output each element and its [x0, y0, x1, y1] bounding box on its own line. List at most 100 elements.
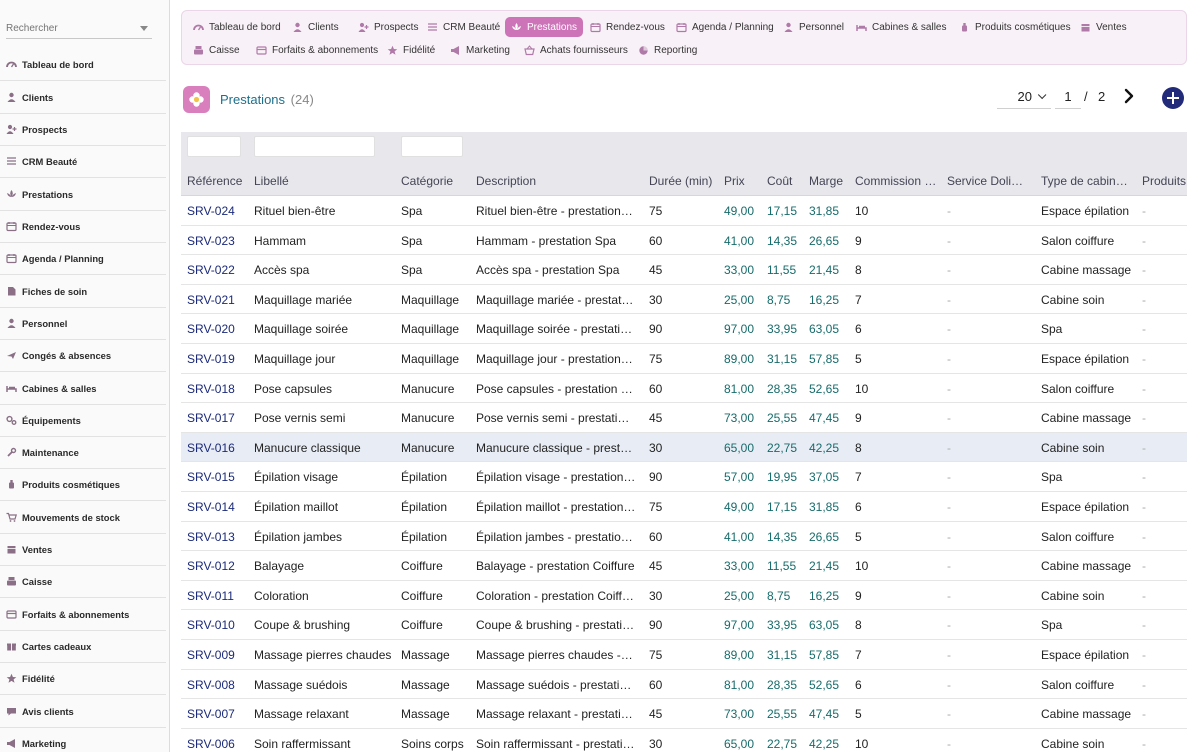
top-menu-item[interactable]: Fidélité: [381, 40, 441, 60]
sidebar-item[interactable]: Prestations: [0, 179, 166, 211]
header-cout[interactable]: Coût: [767, 174, 810, 188]
cell-reference[interactable]: SRV-019: [187, 352, 249, 366]
sidebar-item[interactable]: Congés & absences: [0, 340, 166, 372]
header-service[interactable]: Service Doli…: [947, 174, 1031, 188]
sidebar-item[interactable]: Rendez-vous: [0, 211, 166, 243]
top-menu-item[interactable]: CRM Beauté: [421, 17, 506, 37]
header-marge[interactable]: Marge: [809, 174, 852, 188]
search-input[interactable]: [6, 17, 131, 39]
sidebar-item[interactable]: Forfaits & abonnements: [0, 599, 166, 631]
cell-reference[interactable]: SRV-018: [187, 382, 249, 396]
cell-reference[interactable]: SRV-020: [187, 322, 249, 336]
sidebar-item[interactable]: Agenda / Planning: [0, 243, 166, 275]
header-produits[interactable]: Produits: [1142, 174, 1187, 188]
sidebar-item[interactable]: Marketing: [0, 728, 166, 752]
cell-reference[interactable]: SRV-009: [187, 648, 249, 662]
sidebar-item[interactable]: Avis clients: [0, 696, 166, 728]
sidebar-item[interactable]: Clients: [0, 82, 166, 114]
top-menu-item[interactable]: Marketing: [444, 40, 516, 60]
sidebar-item[interactable]: Produits cosmétiques: [0, 469, 166, 501]
cell-reference[interactable]: SRV-023: [187, 234, 249, 248]
top-menu-item[interactable]: Achats fournisseurs: [518, 40, 634, 60]
filter-reference-input[interactable]: [187, 136, 241, 157]
chevron-down-icon[interactable]: [140, 26, 148, 31]
page-size-select[interactable]: 20: [997, 85, 1051, 109]
table-row[interactable]: SRV-016 Manucure classique Manucure Manucur…: [181, 432, 1187, 463]
table-row[interactable]: SRV-018 Pose capsules Manucure Pose capsule…: [181, 374, 1187, 404]
table-row[interactable]: SRV-017 Pose vernis semi Manucure Pose vern…: [181, 403, 1187, 433]
table-row[interactable]: SRV-012 Balayage Coiffure Balayage - presta…: [181, 551, 1187, 581]
sidebar-item[interactable]: Ventes: [0, 534, 166, 566]
page-number-input[interactable]: 1: [1055, 85, 1081, 109]
top-menu-item[interactable]: Personnel: [777, 17, 850, 37]
cell-reference[interactable]: SRV-016: [187, 441, 249, 455]
header-description[interactable]: Description: [476, 174, 646, 188]
table-row[interactable]: SRV-011 Coloration Coiffure Coloration - pr…: [181, 581, 1187, 611]
cell-reference[interactable]: SRV-017: [187, 411, 249, 425]
header-reference[interactable]: Référence: [187, 174, 253, 188]
sidebar-item[interactable]: Prospects: [0, 114, 166, 146]
top-menu-item[interactable]: Forfaits & abonnements: [250, 40, 384, 60]
table-row[interactable]: SRV-021 Maquillage mariée Maquillage Maquil…: [181, 285, 1187, 315]
cell-reference[interactable]: SRV-024: [187, 204, 249, 218]
top-menu-item[interactable]: Ventes: [1074, 17, 1133, 37]
table-row[interactable]: SRV-008 Massage suédois Massage Massage sué…: [181, 670, 1187, 700]
top-menu-item[interactable]: Agenda / Planning: [670, 17, 780, 37]
sidebar-item-label: Rendez-vous: [22, 221, 81, 232]
top-menu-item[interactable]: Produits cosmétiques: [953, 17, 1077, 37]
cell-reference[interactable]: SRV-022: [187, 263, 249, 277]
top-menu-item[interactable]: Tableau de bord: [187, 17, 287, 37]
top-menu-item[interactable]: Reporting: [632, 40, 703, 60]
header-duree[interactable]: Durée (min): [649, 174, 722, 188]
header-categorie[interactable]: Catégorie: [401, 174, 471, 188]
cell-reference[interactable]: SRV-013: [187, 530, 249, 544]
cell-reference[interactable]: SRV-015: [187, 470, 249, 484]
sidebar-item[interactable]: Fidélité: [0, 663, 166, 695]
header-libelle[interactable]: Libellé: [254, 174, 398, 188]
cell-reference[interactable]: SRV-008: [187, 678, 249, 692]
sidebar-item[interactable]: Cartes cadeaux: [0, 631, 166, 663]
cell-reference[interactable]: SRV-012: [187, 559, 249, 573]
top-menu-item[interactable]: Caisse: [187, 40, 246, 60]
table-row[interactable]: SRV-020 Maquillage soirée Maquillage Maquil…: [181, 314, 1187, 344]
table-row[interactable]: SRV-013 Épilation jambes Épilation Épilatio…: [181, 522, 1187, 552]
table-row[interactable]: SRV-023 Hammam Spa Hammam - prestation Spa 6…: [181, 226, 1187, 256]
next-page-icon[interactable]: [1120, 87, 1138, 105]
table-row[interactable]: SRV-007 Massage relaxant Massage Massage re…: [181, 699, 1187, 729]
cell-reference[interactable]: SRV-021: [187, 293, 249, 307]
sidebar-item[interactable]: Maintenance: [0, 437, 166, 469]
add-record-button[interactable]: [1162, 87, 1184, 109]
cell-reference[interactable]: SRV-007: [187, 707, 249, 721]
sidebar-item[interactable]: Mouvements de stock: [0, 502, 166, 534]
header-commission[interactable]: Commission …: [855, 174, 941, 188]
sidebar-item[interactable]: Caisse: [0, 566, 166, 598]
sidebar-item[interactable]: Fiches de soin: [0, 276, 166, 308]
top-menu-item[interactable]: Rendez-vous: [584, 17, 671, 37]
filter-libelle-input[interactable]: [254, 136, 375, 157]
table-row[interactable]: SRV-015 Épilation visage Épilation Épilatio…: [181, 462, 1187, 492]
search-select[interactable]: [6, 17, 152, 39]
cell-reference[interactable]: SRV-011: [187, 589, 249, 603]
table-row[interactable]: SRV-024 Rituel bien-être Spa Rituel bien-êt…: [181, 196, 1187, 226]
top-menu-item[interactable]: Cabines & salles: [850, 17, 952, 37]
sidebar-item[interactable]: Équipements: [0, 405, 166, 437]
sidebar-item[interactable]: Cabines & salles: [0, 373, 166, 405]
sidebar-item[interactable]: Tableau de bord: [0, 49, 166, 81]
table-row[interactable]: SRV-009 Massage pierres chaudes Massage Mas…: [181, 640, 1187, 670]
top-menu-item[interactable]: Prospects: [352, 17, 424, 37]
cell-reference[interactable]: SRV-006: [187, 737, 249, 751]
top-menu-item[interactable]: Clients: [286, 17, 345, 37]
cell-reference[interactable]: SRV-014: [187, 500, 249, 514]
sidebar-item[interactable]: Personnel: [0, 308, 166, 340]
table-row[interactable]: SRV-010 Coupe & brushing Coiffure Coupe & b…: [181, 610, 1187, 640]
sidebar-item[interactable]: CRM Beauté: [0, 146, 166, 178]
table-row[interactable]: SRV-022 Accès spa Spa Accès spa - prestatio…: [181, 255, 1187, 285]
table-row[interactable]: SRV-014 Épilation maillot Épilation Épilati…: [181, 492, 1187, 522]
table-row[interactable]: SRV-006 Soin raffermissant Soins corps Soin…: [181, 729, 1187, 752]
header-type-cabine[interactable]: Type de cabin…: [1041, 174, 1137, 188]
top-menu-item[interactable]: Prestations: [505, 17, 584, 37]
filter-categorie-input[interactable]: [401, 136, 463, 157]
cell-reference[interactable]: SRV-010: [187, 618, 249, 632]
header-prix[interactable]: Prix: [724, 174, 767, 188]
table-row[interactable]: SRV-019 Maquillage jour Maquillage Maquilla…: [181, 344, 1187, 374]
